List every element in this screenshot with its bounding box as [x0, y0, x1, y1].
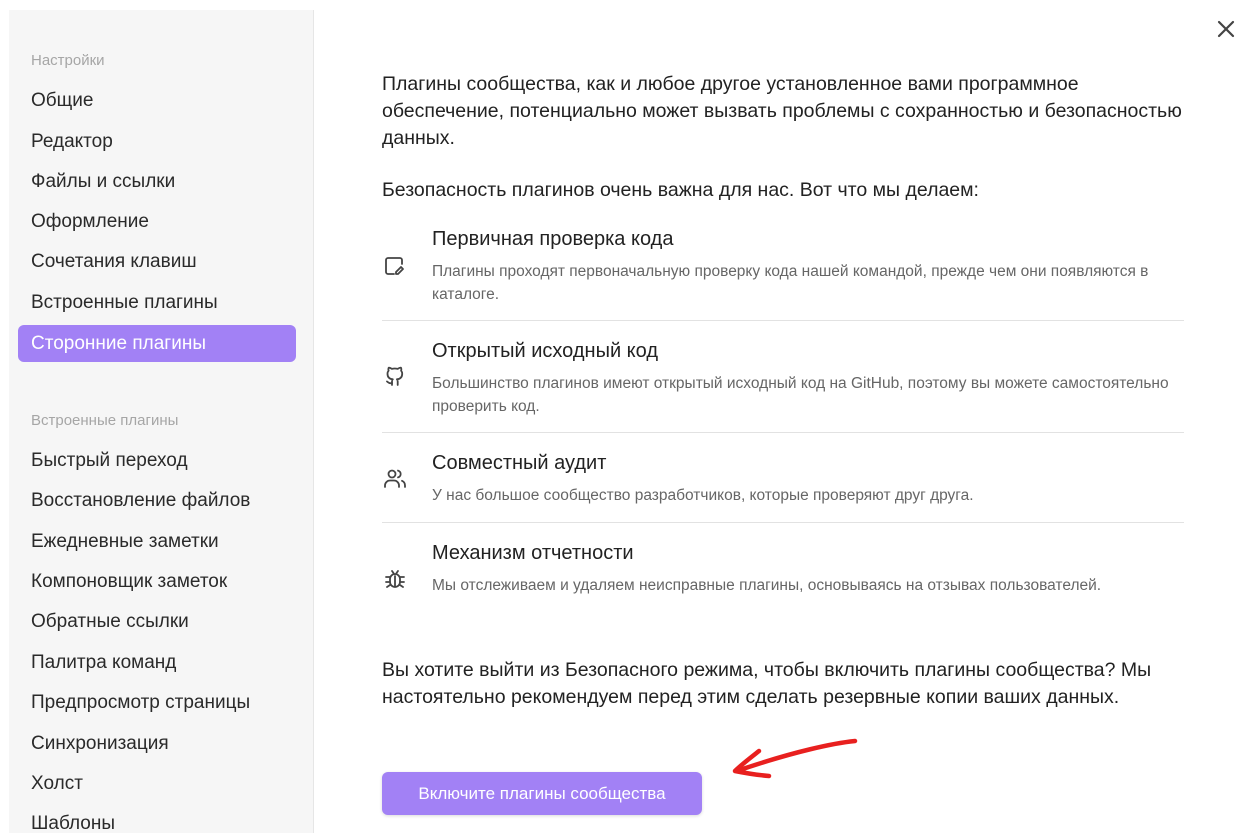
- sidebar-item-templates[interactable]: Шаблоны: [18, 805, 296, 833]
- divider: [382, 432, 1184, 433]
- feature-title: Совместный аудит: [432, 452, 607, 474]
- enable-community-plugins-button[interactable]: Включите плагины сообщества: [382, 772, 702, 815]
- sidebar-item-page-preview[interactable]: Предпросмотр страницы: [18, 684, 296, 721]
- sidebar-item-quick-switcher[interactable]: Быстрый переход: [18, 442, 296, 479]
- sidebar-section-title-settings: Настройки: [31, 52, 105, 69]
- sidebar-item-appearance[interactable]: Оформление: [18, 203, 296, 240]
- feature-title: Открытый исходный код: [432, 340, 659, 362]
- sidebar-item-sync[interactable]: Синхронизация: [18, 725, 296, 762]
- sidebar-item-files-links[interactable]: Файлы и ссылки: [18, 163, 296, 200]
- sidebar-item-daily-notes[interactable]: Ежедневные заметки: [18, 523, 296, 560]
- feature-description: У нас большое сообщество разработчиков, …: [432, 487, 974, 504]
- sidebar-item-command-palette[interactable]: Палитра команд: [18, 644, 296, 681]
- users-icon: [382, 466, 408, 492]
- feature-title: Механизм отчетности: [432, 542, 634, 564]
- sidebar-item-community-plugins[interactable]: Сторонние плагины: [18, 325, 296, 362]
- divider: [382, 522, 1184, 523]
- settings-sidebar: Настройки Общие Редактор Файлы и ссылки …: [9, 10, 314, 833]
- sidebar-item-editor[interactable]: Редактор: [18, 123, 296, 160]
- sidebar-item-canvas[interactable]: Холст: [18, 765, 296, 802]
- github-icon: [382, 364, 408, 390]
- sidebar-item-file-recovery[interactable]: Восстановление файлов: [18, 482, 296, 519]
- close-icon: [1217, 20, 1235, 38]
- sidebar-item-general[interactable]: Общие: [18, 82, 296, 119]
- sidebar-item-note-composer[interactable]: Компоновщик заметок: [18, 563, 296, 600]
- close-button[interactable]: [1213, 16, 1239, 42]
- feature-description: Большинство плагинов имеют открытый исхо…: [432, 375, 1169, 415]
- safe-mode-question: Вы хотите выйти из Безопасного режима, ч…: [382, 659, 1152, 708]
- sidebar-item-core-plugins[interactable]: Встроенные плагины: [18, 284, 296, 321]
- sidebar-section-title-core-plugins: Встроенные плагины: [31, 412, 179, 429]
- feature-title: Первичная проверка кода: [432, 228, 674, 250]
- sidebar-item-hotkeys[interactable]: Сочетания клавиш: [18, 243, 296, 280]
- divider: [382, 320, 1184, 321]
- annotation-arrow-icon: [732, 738, 858, 779]
- sidebar-item-backlinks[interactable]: Обратные ссылки: [18, 603, 296, 640]
- feature-description: Мы отслеживаем и удаляем неисправные пла…: [432, 577, 1102, 594]
- code-review-icon: [382, 254, 408, 280]
- bug-icon: [382, 566, 408, 592]
- intro-paragraph: Плагины сообщества, как и любое другое у…: [382, 73, 1182, 149]
- feature-description: Плагины проходят первоначальную проверку…: [432, 263, 1149, 303]
- security-heading: Безопасность плагинов очень важна для на…: [382, 179, 979, 201]
